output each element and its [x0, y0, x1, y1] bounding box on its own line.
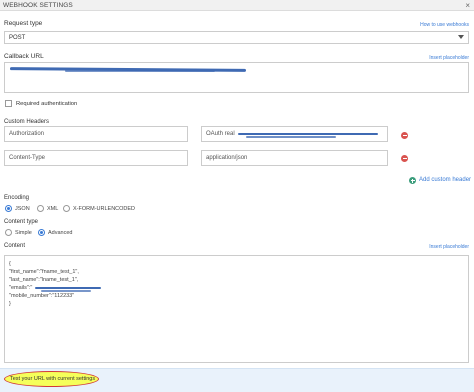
content-line: "emails":"	[9, 285, 33, 291]
header-value-text: application/json	[206, 155, 248, 161]
content-line: "last_name":"lname_test_1",	[9, 277, 79, 283]
callback-url-label: Callback URL	[4, 53, 44, 60]
content-type-simple-radio[interactable]	[5, 229, 12, 236]
header-name-input[interactable]: Content-Type	[4, 150, 188, 166]
dialog-titlebar: WEBHOOK SETTINGS ×	[0, 0, 474, 11]
remove-header-icon[interactable]	[401, 155, 408, 162]
custom-headers-label: Custom Headers	[4, 119, 50, 125]
header-value-input[interactable]: OAuth real	[201, 126, 388, 142]
encoding-label: Encoding	[4, 195, 30, 201]
encoding-form-radio[interactable]	[63, 205, 70, 212]
content-line: "mobile_number":"112233"	[9, 293, 75, 299]
content-type-advanced-radio[interactable]	[38, 229, 45, 236]
callback-insert-placeholder-link[interactable]: Insert placeholder	[429, 55, 469, 61]
request-type-value: POST	[9, 34, 26, 41]
content-line: "first_name":"fname_test_1",	[9, 269, 79, 275]
header-name-value: Content-Type	[9, 155, 46, 161]
encoding-xml-label: XML	[47, 206, 59, 212]
encoding-json-label: JSON	[15, 206, 30, 212]
required-authentication-checkbox[interactable]	[5, 100, 12, 107]
request-type-label: Request type	[4, 20, 43, 27]
content-type-advanced-label: Advanced	[48, 230, 73, 236]
test-url-button[interactable]: Test your URL with current settings	[4, 371, 99, 387]
content-textarea[interactable]: { "first_name":"fname_test_1", "last_nam…	[4, 255, 469, 363]
redacted-url-scribble-2	[65, 70, 215, 72]
dialog-title: WEBHOOK SETTINGS	[3, 2, 73, 9]
redacted-token-scribble-2	[246, 136, 336, 138]
add-custom-header-link[interactable]: Add custom header	[419, 177, 471, 183]
content-type-simple-label: Simple	[15, 230, 32, 236]
header-value-input[interactable]: application/json	[201, 150, 388, 166]
redacted-email-scribble	[35, 287, 101, 289]
content-insert-placeholder-link[interactable]: Insert placeholder	[429, 244, 469, 250]
callback-url-input[interactable]	[4, 62, 469, 93]
content-line: }	[9, 301, 11, 307]
close-icon[interactable]: ×	[465, 1, 470, 10]
redacted-token-scribble	[238, 133, 378, 135]
encoding-form-label: X-FORM-URLENCODED	[73, 206, 136, 212]
content-type-label: Content type	[4, 219, 39, 225]
content-label: Content	[4, 243, 26, 249]
test-url-button-label: Test your URL with current settings	[10, 376, 96, 382]
header-name-value: Authorization	[9, 131, 45, 137]
encoding-json-radio[interactable]	[5, 205, 12, 212]
how-to-use-webhooks-link[interactable]: How to use webhooks	[420, 22, 469, 28]
add-icon[interactable]	[409, 177, 416, 184]
request-type-select[interactable]: POST	[4, 31, 469, 44]
required-authentication-label: Required authentication	[16, 101, 78, 107]
content-line: {	[9, 261, 11, 267]
encoding-xml-radio[interactable]	[37, 205, 44, 212]
header-value-text: OAuth real	[206, 131, 235, 137]
redacted-email-scribble-2	[41, 290, 91, 292]
remove-header-icon[interactable]	[401, 132, 408, 139]
chevron-down-icon	[458, 35, 464, 39]
header-name-input[interactable]: Authorization	[4, 126, 188, 142]
